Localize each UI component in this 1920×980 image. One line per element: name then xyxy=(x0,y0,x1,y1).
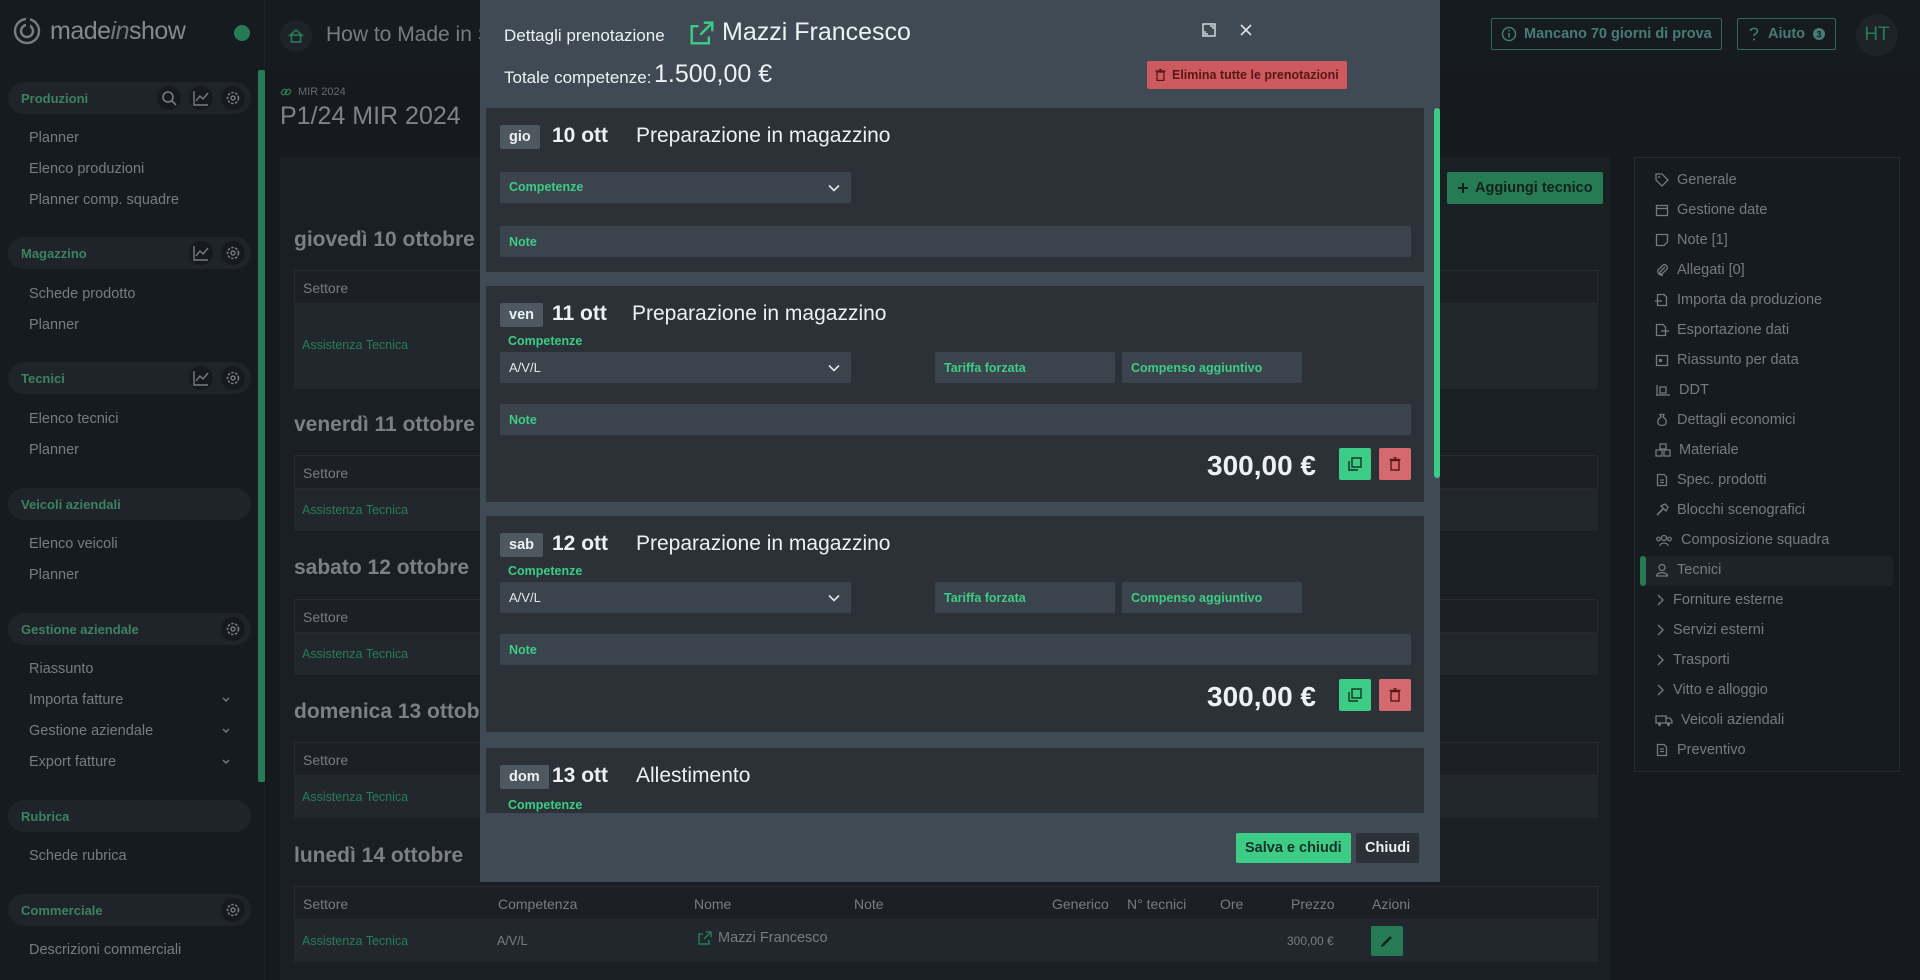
booking-card: dom 13 ott Allestimento Competenze xyxy=(486,748,1424,813)
booking-price: 300,00 € xyxy=(1207,450,1316,481)
compenso-aggiuntivo-placeholder: Compenso aggiuntivo xyxy=(1131,591,1263,605)
tariffa-forzata-placeholder: Tariffa forzata xyxy=(944,361,1026,375)
delete-all-button[interactable]: Elimina tutte le prenotazioni xyxy=(1147,61,1347,89)
trash-icon xyxy=(1389,688,1401,702)
booking-date: 13 ott xyxy=(552,764,609,787)
chevron-down-icon xyxy=(827,591,841,605)
tariffa-forzata-placeholder: Tariffa forzata xyxy=(944,591,1026,605)
note-placeholder: Note xyxy=(509,643,537,657)
booking-activity: Preparazione in magazzino xyxy=(636,124,891,147)
competenze-label: Competenze xyxy=(508,334,583,348)
delete-all-label: Elimina tutte le prenotazioni xyxy=(1172,68,1339,82)
bookings-list: gio 10 ott Preparazione in magazzino Com… xyxy=(486,108,1434,813)
duplicate-button[interactable] xyxy=(1339,448,1371,480)
tariffa-forzata-field[interactable]: Tariffa forzata xyxy=(935,352,1115,383)
tariffa-forzata-field[interactable]: Tariffa forzata xyxy=(935,582,1115,613)
note-field[interactable]: Note xyxy=(500,634,1411,665)
competenze-value: A/V/L xyxy=(509,590,541,605)
competenze-label: Competenze xyxy=(508,798,583,812)
note-field[interactable]: Note xyxy=(500,226,1411,257)
competenze-placeholder: Competenze xyxy=(509,180,584,194)
modal-scrollbar[interactable] xyxy=(1434,108,1440,478)
competenze-select[interactable]: A/V/L xyxy=(500,352,851,383)
duplicate-button[interactable] xyxy=(1339,679,1371,711)
note-placeholder: Note xyxy=(509,235,537,249)
booking-card: gio 10 ott Preparazione in magazzino Com… xyxy=(486,108,1424,272)
competenze-select[interactable]: A/V/L xyxy=(500,582,851,613)
weekday-badge: gio xyxy=(500,125,540,149)
weekday-badge: sab xyxy=(500,533,543,557)
weekday-badge: ven xyxy=(500,303,543,327)
note-field[interactable]: Note xyxy=(500,404,1411,435)
booking-date: 11 ott xyxy=(552,302,607,325)
trash-icon xyxy=(1155,69,1166,81)
external-link-icon xyxy=(690,21,714,45)
technician-name: Mazzi Francesco xyxy=(722,18,911,46)
booking-activity: Preparazione in magazzino xyxy=(636,532,891,555)
chevron-down-icon xyxy=(827,181,841,195)
booking-activity: Preparazione in magazzino xyxy=(632,302,887,325)
weekday-badge: dom xyxy=(500,765,549,789)
booking-date: 12 ott xyxy=(552,532,609,555)
booking-details-modal: Dettagli prenotazione Mazzi Francesco To… xyxy=(480,0,1440,882)
compenso-aggiuntivo-field[interactable]: Compenso aggiuntivo xyxy=(1122,582,1302,613)
booking-price: 300,00 € xyxy=(1207,681,1316,712)
competenze-select[interactable]: Competenze xyxy=(500,172,851,203)
copy-icon xyxy=(1348,457,1362,471)
chevron-down-icon xyxy=(827,361,841,375)
delete-booking-button[interactable] xyxy=(1379,679,1411,711)
trash-icon xyxy=(1389,457,1401,471)
modal-label: Dettagli prenotazione xyxy=(504,26,665,45)
close-icon[interactable] xyxy=(1238,22,1254,38)
copy-icon xyxy=(1348,688,1362,702)
competenze-label: Competenze xyxy=(508,564,583,578)
booking-card: ven 11 ott Preparazione in magazzino Com… xyxy=(486,286,1424,502)
expand-icon[interactable] xyxy=(1201,22,1217,38)
compenso-aggiuntivo-field[interactable]: Compenso aggiuntivo xyxy=(1122,352,1302,383)
total-value: 1.500,00 € xyxy=(654,60,773,88)
total-label: Totale competenze: xyxy=(504,68,652,87)
note-placeholder: Note xyxy=(509,413,537,427)
delete-booking-button[interactable] xyxy=(1379,448,1411,480)
booking-activity: Allestimento xyxy=(636,764,751,787)
compenso-aggiuntivo-placeholder: Compenso aggiuntivo xyxy=(1131,361,1263,375)
close-button[interactable]: Chiudi xyxy=(1356,833,1420,863)
booking-card: sab 12 ott Preparazione in magazzino Com… xyxy=(486,516,1424,732)
technician-name-link[interactable]: Mazzi Francesco xyxy=(690,18,911,47)
save-and-close-button[interactable]: Salva e chiudi xyxy=(1236,833,1351,863)
competenze-value: A/V/L xyxy=(509,360,541,375)
booking-date: 10 ott xyxy=(552,124,609,147)
